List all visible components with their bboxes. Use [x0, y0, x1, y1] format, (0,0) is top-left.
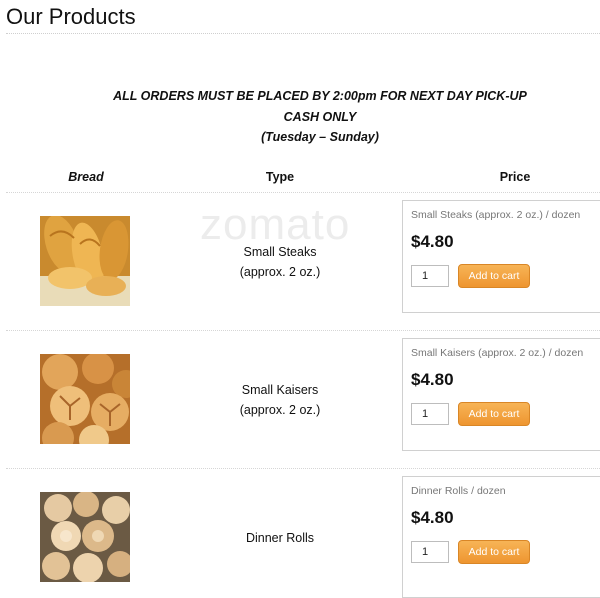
column-header-bread: Bread: [68, 170, 104, 184]
product-price: $4.80: [411, 232, 454, 251]
product-type: Small Kaisers (approx. 2 oz.): [200, 380, 360, 420]
quantity-input[interactable]: [411, 265, 449, 287]
product-type-size: (approx. 2 oz.): [239, 403, 321, 417]
title-divider: [6, 33, 600, 34]
product-type-size: (approx. 2 oz.): [239, 265, 321, 279]
row-divider: [6, 330, 600, 331]
order-notice: ALL ORDERS MUST BE PLACED BY 2:00pm FOR …: [0, 86, 600, 148]
column-header-price: Price: [499, 170, 531, 184]
dinner-rolls-photo: [40, 492, 130, 582]
product-purchase-box: Small Steaks (approx. 2 oz.) / dozen $4.…: [402, 200, 600, 313]
small-steaks-photo: [40, 216, 130, 306]
quantity-input[interactable]: [411, 541, 449, 563]
small-kaisers-photo: [40, 354, 130, 444]
add-to-cart-button[interactable]: Add to cart: [458, 402, 530, 426]
product-purchase-box: Dinner Rolls / dozen $4.80 Add to cart: [402, 476, 600, 598]
product-type: Small Steaks (approx. 2 oz.): [200, 242, 360, 282]
notice-line-days: (Tuesday – Sunday): [261, 130, 379, 144]
product-name: Small Steaks (approx. 2 oz.) / dozen: [411, 209, 581, 221]
add-to-cart-button[interactable]: Add to cart: [458, 540, 530, 564]
row-divider: [6, 468, 600, 469]
page-title: Our Products: [6, 4, 136, 29]
notice-line-payment: CASH ONLY: [283, 109, 357, 124]
product-type-name: Small Kaisers: [241, 383, 319, 397]
notice-line-deadline: ALL ORDERS MUST BE PLACED BY 2:00pm FOR …: [113, 89, 527, 103]
product-price: $4.80: [411, 508, 454, 527]
add-to-cart-button[interactable]: Add to cart: [458, 264, 530, 288]
product-type: Dinner Rolls: [200, 528, 360, 548]
column-header-type: Type: [265, 170, 295, 184]
quantity-input[interactable]: [411, 403, 449, 425]
product-name: Small Kaisers (approx. 2 oz.) / dozen: [411, 347, 584, 359]
product-name: Dinner Rolls / dozen: [411, 485, 506, 497]
product-type-name: Small Steaks: [243, 245, 317, 259]
product-type-name: Dinner Rolls: [245, 531, 315, 545]
product-purchase-box: Small Kaisers (approx. 2 oz.) / dozen $4…: [402, 338, 600, 451]
product-price: $4.80: [411, 370, 454, 389]
header-divider: [6, 192, 600, 193]
